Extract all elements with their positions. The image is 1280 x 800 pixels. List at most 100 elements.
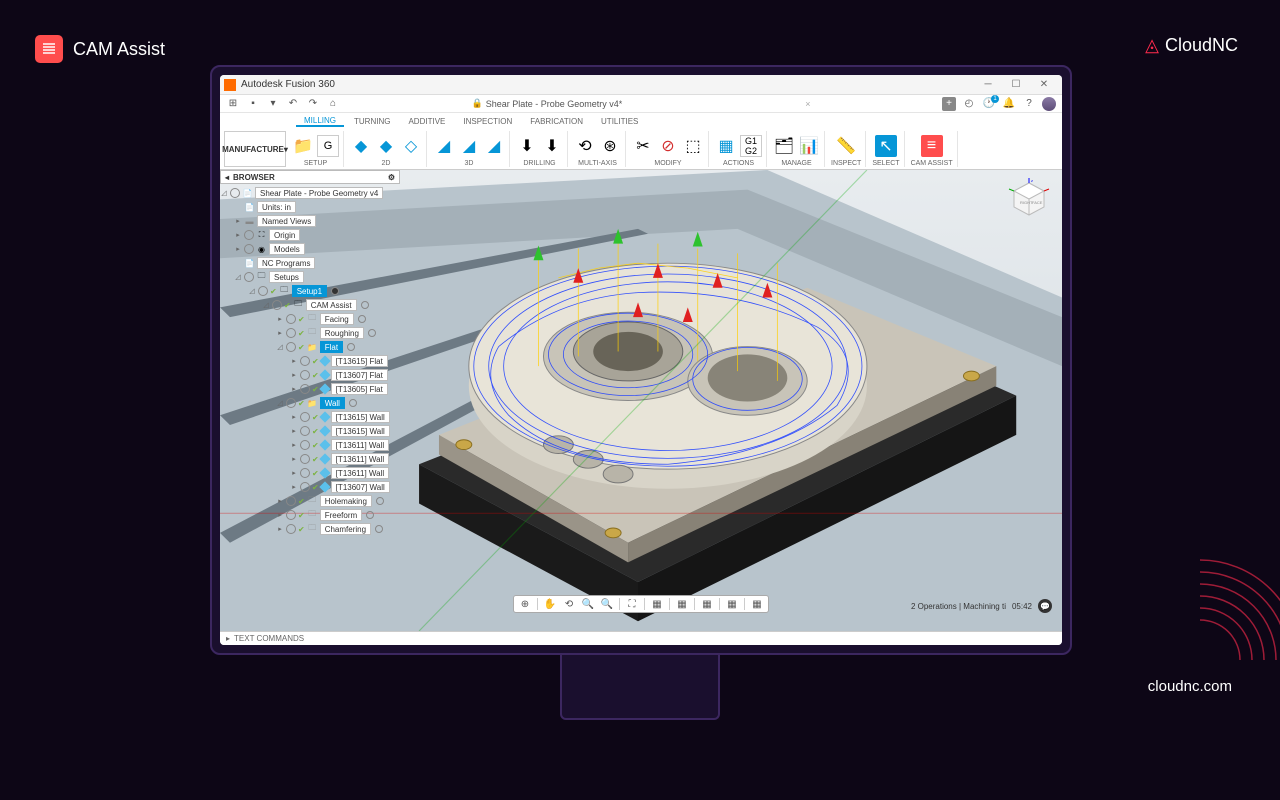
measure-icon[interactable]: 📏	[835, 135, 857, 157]
tree-flat[interactable]: ◿✔📁Flat	[220, 340, 400, 354]
tree-cam-assist[interactable]: ◿✔🗀CAM Assist	[220, 298, 400, 312]
user-avatar[interactable]	[1042, 97, 1056, 111]
close-tab-icon[interactable]: ×	[805, 99, 810, 109]
tab-inspection[interactable]: INSPECTION	[455, 117, 520, 126]
tree-wall[interactable]: ◿✔📁Wall	[220, 396, 400, 410]
extensions-icon[interactable]: ◴	[962, 97, 976, 111]
grid-menu-icon[interactable]: ⊞	[226, 97, 240, 111]
task-manager-icon[interactable]: 📊	[798, 135, 820, 157]
text-commands-bar[interactable]: ▸ TEXT COMMANDS	[220, 631, 1062, 645]
ribbon-group-setup: 📁G SETUP	[288, 131, 344, 167]
home-icon[interactable]: ⌂	[326, 97, 340, 111]
orbit-icon[interactable]: ⊕	[518, 597, 532, 611]
swarf-icon[interactable]: ⟲	[574, 135, 596, 157]
tree-nc-programs[interactable]: 📄NC Programs	[220, 256, 400, 270]
tab-additive[interactable]: ADDITIVE	[400, 117, 453, 126]
tree-roughing[interactable]: ▸✔🗀Roughing	[220, 326, 400, 340]
tree-holemaking[interactable]: ▸✔🗀Holemaking	[220, 494, 400, 508]
document-title: Shear Plate - Probe Geometry v4*	[486, 99, 623, 109]
3d-op1-icon[interactable]: ◢	[433, 135, 455, 157]
3d-op3-icon[interactable]: ◢	[483, 135, 505, 157]
new-tab-button[interactable]: +	[942, 97, 956, 111]
browser-settings-icon[interactable]: ⚙	[388, 173, 395, 182]
tree-wall-op[interactable]: ▸✔[T13611] Wall	[220, 466, 400, 480]
jobs-icon[interactable]: 🕐1	[982, 97, 996, 111]
tree-wall-op[interactable]: ▸✔[T13611] Wall	[220, 452, 400, 466]
browser-panel: ◂ BROWSER ⚙ ◿📄Shear Plate - Probe Geomet…	[220, 170, 400, 631]
monitor-stand	[560, 650, 720, 720]
tree-setup1[interactable]: ◿✔🗀Setup1	[220, 284, 400, 298]
company-name: CloudNC	[1165, 35, 1238, 56]
viewcube[interactable]: RIGHT FACE z	[1008, 178, 1050, 220]
ribbon-group-select: ↖ SELECT	[868, 131, 904, 167]
tree-origin[interactable]: ▸⛶Origin	[220, 228, 400, 242]
tree-wall-op[interactable]: ▸✔[T13615] Wall	[220, 424, 400, 438]
close-button[interactable]: ✕	[1030, 76, 1058, 94]
minimize-button[interactable]: ─	[974, 76, 1002, 94]
tree-models[interactable]: ▸◉Models	[220, 242, 400, 256]
orbit-free-icon[interactable]: ⟲	[562, 597, 576, 611]
2d-op1-icon[interactable]: ◆	[350, 135, 372, 157]
multiaxis-icon[interactable]: ⊛	[599, 135, 621, 157]
collapse-icon[interactable]: ◂	[225, 173, 229, 182]
grid-icon[interactable]: ▦	[700, 597, 714, 611]
thread-icon[interactable]: ⬇	[541, 135, 563, 157]
cloudnc-logo: ◬ CloudNC	[1145, 35, 1238, 56]
modify-icon[interactable]: ⬚	[682, 135, 704, 157]
tree-root[interactable]: ◿📄Shear Plate - Probe Geometry v4	[220, 186, 400, 200]
tree-wall-op[interactable]: ▸✔[T13615] Wall	[220, 410, 400, 424]
fit-icon[interactable]: ⛶	[625, 597, 639, 611]
setup-folder-icon[interactable]: 📁	[292, 135, 314, 157]
undo-icon[interactable]: ↶	[286, 97, 300, 111]
app-name: CAM Assist	[73, 39, 165, 60]
workspace-switcher[interactable]: MANUFACTURE ▾	[224, 131, 286, 167]
file-icon[interactable]: ▪	[246, 97, 260, 111]
tree-chamfering[interactable]: ▸✔🗀Chamfering	[220, 522, 400, 536]
zoom-icon[interactable]: 🔍	[600, 597, 614, 611]
ribbon-group-2d: ◆◆◇ 2D	[346, 131, 427, 167]
tree-facing[interactable]: ▸✔🗀Facing	[220, 312, 400, 326]
tab-turning[interactable]: TURNING	[346, 117, 398, 126]
visual-style-icon[interactable]: ▦	[675, 597, 689, 611]
3d-op2-icon[interactable]: ◢	[458, 135, 480, 157]
tool-library-icon[interactable]: 🗂	[773, 135, 795, 157]
2d-op2-icon[interactable]: ◆	[375, 135, 397, 157]
browser-header[interactable]: ◂ BROWSER ⚙	[220, 170, 400, 184]
ribbon-group-modify: ✂⊘⬚ MODIFY	[628, 131, 709, 167]
drill-icon[interactable]: ⬇	[516, 135, 538, 157]
redo-icon[interactable]: ↷	[306, 97, 320, 111]
ribbon: MILLING TURNING ADDITIVE INSPECTION FABR…	[220, 113, 1062, 170]
2d-op3-icon[interactable]: ◇	[400, 135, 422, 157]
delete-icon[interactable]: ⊘	[657, 135, 679, 157]
generate-icon[interactable]: ▦	[715, 135, 737, 157]
save-icon[interactable]: ▾	[266, 97, 280, 111]
comments-icon[interactable]: 💬	[1038, 599, 1052, 613]
tab-fabrication[interactable]: FABRICATION	[522, 117, 591, 126]
tab-milling[interactable]: MILLING	[296, 116, 344, 127]
document-tab[interactable]: 🔒 Shear Plate - Probe Geometry v4* ×	[471, 98, 810, 109]
tree-flat-op[interactable]: ▸✔[T13607] Flat	[220, 368, 400, 382]
display-icon[interactable]: ▦	[650, 597, 664, 611]
tree-named-views[interactable]: ▸▬Named Views	[220, 214, 400, 228]
select-icon[interactable]: ↖	[875, 135, 897, 157]
expand-icon[interactable]: ▸	[226, 634, 230, 643]
scissors-icon[interactable]: ✂	[632, 135, 654, 157]
tree-flat-op[interactable]: ▸✔[T13615] Flat	[220, 354, 400, 368]
post-icon[interactable]: G1G2	[740, 135, 762, 157]
notifications-icon[interactable]: 🔔	[1002, 97, 1016, 111]
snap-icon[interactable]: ▦	[725, 597, 739, 611]
tree-units[interactable]: 📄Units: in	[220, 200, 400, 214]
help-icon[interactable]: ?	[1022, 97, 1036, 111]
cam-assist-ribbon-icon[interactable]: ≡	[921, 135, 943, 157]
nc-program-icon[interactable]: G	[317, 135, 339, 157]
look-icon[interactable]: 🔍	[581, 597, 595, 611]
maximize-button[interactable]: ☐	[1002, 76, 1030, 94]
tree-freeform[interactable]: ▸✔🗀Freeform	[220, 508, 400, 522]
tree-wall-op[interactable]: ▸✔[T13611] Wall	[220, 438, 400, 452]
tree-flat-op[interactable]: ▸✔[T13605] Flat	[220, 382, 400, 396]
pan-icon[interactable]: ✋	[543, 597, 557, 611]
viewport-layout-icon[interactable]: ▦	[750, 597, 764, 611]
tab-utilities[interactable]: UTILITIES	[593, 117, 646, 126]
tree-wall-op[interactable]: ▸✔[T13607] Wall	[220, 480, 400, 494]
tree-setups[interactable]: ◿🗀Setups	[220, 270, 400, 284]
